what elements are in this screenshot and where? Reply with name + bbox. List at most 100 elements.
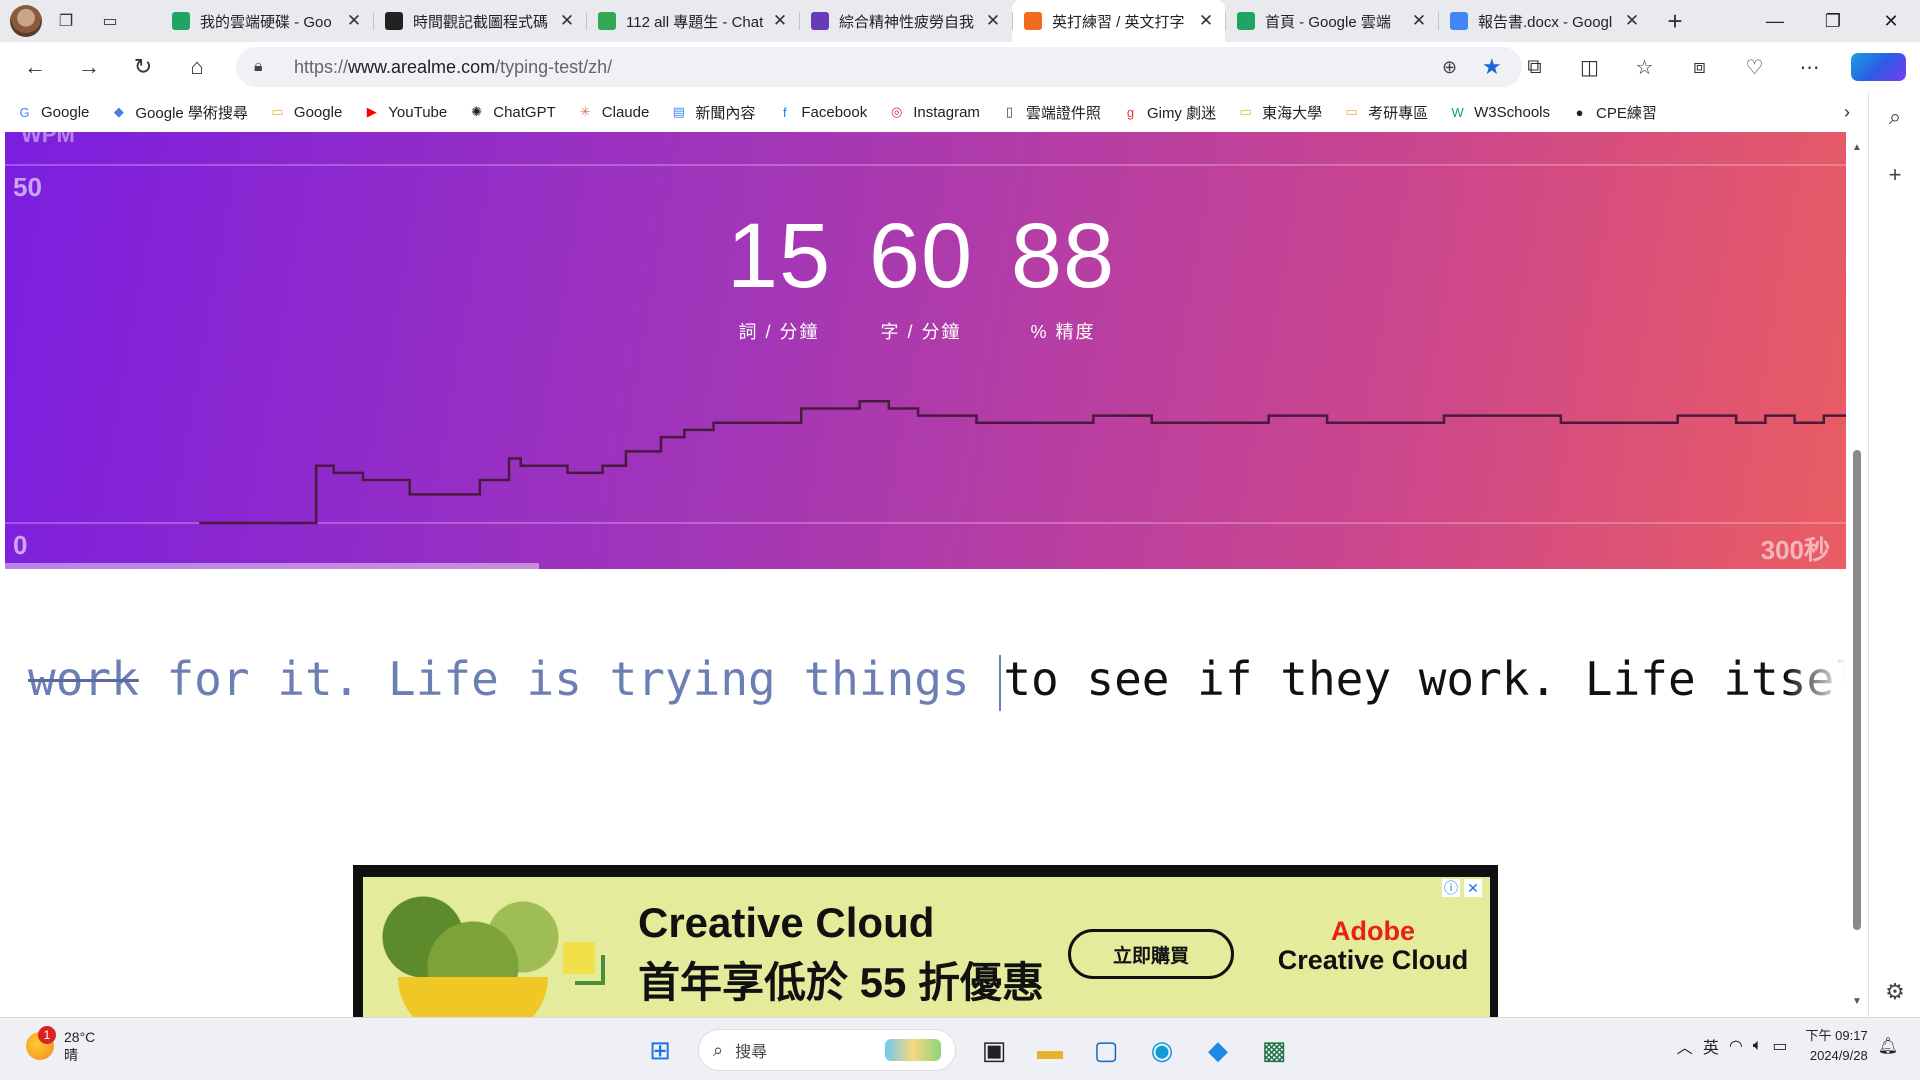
refresh-button[interactable]: ↻	[116, 47, 170, 87]
tab-close-icon[interactable]: ✕	[1623, 11, 1641, 31]
sidebar-search-icon[interactable]: ⌕	[1869, 92, 1920, 142]
clock[interactable]: 下午 09:17 2024/9/28	[1806, 1026, 1868, 1066]
bookmark-2[interactable]: ▭ Google	[269, 104, 342, 121]
tab-5[interactable]: 首頁 - Google 雲端 ✕	[1225, 0, 1438, 42]
tab-2[interactable]: 112 all 專題生 - Chat ✕	[586, 0, 799, 42]
profile-avatar[interactable]	[10, 5, 42, 37]
minimize-button[interactable]: —	[1746, 0, 1804, 42]
lock-icon[interactable]: 🔒︎	[254, 58, 294, 76]
collections-icon[interactable]: ⧈	[1672, 56, 1727, 79]
tab-6[interactable]: 報告書.docx - Googl ✕	[1438, 0, 1651, 42]
scroll-up-arrow[interactable]: ▲	[1852, 142, 1862, 153]
ad-banner[interactable]: Creative Cloud 首年享低於 55 折優惠 立即購買 Adobe C…	[363, 877, 1490, 1017]
ime-indicator[interactable]: 英	[1703, 1034, 1719, 1058]
bookmark-13[interactable]: W W3Schools	[1449, 103, 1551, 121]
weather-badge: 1	[38, 1026, 56, 1044]
tab-title: 首頁 - Google 雲端	[1265, 13, 1391, 31]
bookmark-12[interactable]: ▭ 考研專區	[1343, 102, 1428, 123]
typing-fade	[1786, 642, 1846, 722]
workspaces-icon[interactable]: ❐	[46, 5, 86, 37]
tab-title: 時間觀記截圖程式碼	[413, 13, 549, 31]
weather-text: 28°C 晴	[64, 1028, 95, 1064]
ad-info-icon[interactable]: ⓘ	[1442, 879, 1460, 897]
bookmark-3[interactable]: ▶ YouTube	[363, 104, 447, 121]
tab-close-icon[interactable]: ✕	[771, 11, 789, 31]
ad-close-icon[interactable]: ✕	[1464, 879, 1482, 897]
bookmarks-overflow-icon[interactable]: ›	[1844, 102, 1850, 123]
restore-button[interactable]: ❐	[1804, 0, 1862, 42]
battery-icon[interactable]: ▭	[1772, 1036, 1787, 1056]
tray-overflow-icon[interactable]: ︿	[1677, 1034, 1693, 1058]
tab-close-icon[interactable]: ✕	[345, 11, 363, 31]
vscode-icon[interactable]: ◆	[1190, 1026, 1246, 1074]
bookmark-7[interactable]: f Facebook	[776, 104, 867, 121]
tab-actions-icon[interactable]: ▭	[90, 5, 130, 37]
performance-icon[interactable]: ♡	[1727, 55, 1782, 80]
volume-muted-icon[interactable]: 🔈︎	[1753, 1037, 1763, 1055]
bookmark-11[interactable]: ▭ 東海大學	[1237, 102, 1322, 123]
bookmark-9[interactable]: ▯ 雲端證件照	[1001, 102, 1101, 123]
bookmark-label: YouTube	[388, 103, 448, 121]
weather-condition: 晴	[64, 1047, 78, 1063]
tab-close-icon[interactable]: ✕	[1410, 11, 1428, 31]
wifi-icon[interactable]: ◠	[1729, 1036, 1743, 1056]
scroll-thumb[interactable]	[1853, 450, 1861, 930]
weather-widget[interactable]: 1 28°C 晴	[26, 1026, 95, 1064]
taskbar-search[interactable]: ⌕ 搜尋	[698, 1029, 956, 1071]
scholar-icon: ◆	[113, 104, 124, 119]
sidebar-add-icon[interactable]: +	[1869, 150, 1920, 200]
forward-button[interactable]: →	[62, 47, 116, 87]
more-menu-icon[interactable]: ⋯	[1782, 55, 1837, 80]
bookmark-5[interactable]: ✳ Claude	[577, 104, 650, 121]
address-bar[interactable]: 🔒︎ https://www.arealme.com/typing-test/z…	[236, 47, 1522, 87]
back-button[interactable]: ←	[8, 47, 62, 87]
tab-close-icon[interactable]: ✕	[558, 11, 576, 31]
bookmark-1[interactable]: ◆ Google 學術搜尋	[110, 102, 248, 123]
copilot-icon[interactable]	[1851, 53, 1906, 81]
edge-browser-icon[interactable]: ◉	[1134, 1026, 1190, 1074]
typed-wrong-word: work	[28, 652, 139, 706]
google-icon: G	[19, 104, 30, 120]
file-explorer-icon[interactable]: ▬	[1022, 1026, 1078, 1074]
bookmark-4[interactable]: ✺ ChatGPT	[468, 104, 555, 121]
tab-3[interactable]: 綜合精神性疲勞自我 ✕	[799, 0, 1012, 42]
new-tab-button[interactable]: +	[1651, 0, 1699, 42]
url-text[interactable]: https://www.arealme.com/typing-test/zh/	[294, 57, 1442, 78]
bookmark-14[interactable]: ● CPE練習	[1571, 102, 1657, 123]
split-screen-icon[interactable]: ◫	[1562, 55, 1617, 80]
ad-buy-button[interactable]: 立即購買	[1068, 929, 1234, 979]
tab-0[interactable]: 我的雲端硬碟 - Goo ✕	[160, 0, 373, 42]
notification-icon[interactable]: 🔔︎	[1878, 1036, 1898, 1056]
page-icon: ▯	[1005, 104, 1013, 119]
extensions-icon[interactable]: ⧉	[1507, 56, 1562, 79]
tab-close-icon[interactable]: ✕	[1197, 11, 1215, 31]
stat-cpm: 60 字 / 分鐘	[867, 210, 975, 344]
page-scrollbar[interactable]: ▲ ▼	[1846, 132, 1868, 1017]
taskbar-apps: ⊞ ⌕ 搜尋 ▣ ▬ ▢ ◉ ◆ ▩	[632, 1026, 1302, 1074]
zoom-icon[interactable]: ⊕	[1442, 57, 1482, 78]
bookmark-8[interactable]: ◎ Instagram	[888, 104, 980, 121]
bookmark-0[interactable]: G Google	[16, 104, 89, 121]
bookmark-label: Instagram	[913, 103, 980, 121]
home-button[interactable]: ⌂	[170, 47, 224, 87]
window-controls: — ❐ ✕	[1746, 0, 1920, 42]
sidebar-settings-icon[interactable]: ⚙	[1869, 967, 1920, 1017]
scroll-down-arrow[interactable]: ▼	[1852, 996, 1862, 1007]
start-button[interactable]: ⊞	[632, 1026, 688, 1074]
claude-icon: ✳	[579, 104, 591, 119]
remote-desktop-icon[interactable]: ▢	[1078, 1026, 1134, 1074]
bookmark-10[interactable]: g Gimy 劇迷	[1122, 102, 1216, 123]
tab-4[interactable]: 英打練習 / 英文打字 ✕	[1012, 0, 1225, 42]
bookmark-6[interactable]: ▤ 新聞內容	[670, 102, 756, 123]
bookmark-label: W3Schools	[1474, 103, 1551, 121]
folder-icon: ▭	[1345, 104, 1358, 119]
excel-icon[interactable]: ▩	[1246, 1026, 1302, 1074]
tab-1[interactable]: 時間觀記截圖程式碼 ✕	[373, 0, 586, 42]
close-window-button[interactable]: ✕	[1862, 0, 1920, 42]
typing-area[interactable]: work for it. Life is trying things to se…	[0, 642, 1846, 722]
task-view-icon[interactable]: ▣	[966, 1026, 1022, 1074]
advertisement[interactable]: Creative Cloud 首年享低於 55 折優惠 立即購買 Adobe C…	[353, 865, 1498, 1017]
favorites-icon[interactable]: ☆	[1617, 55, 1672, 80]
tab-close-icon[interactable]: ✕	[984, 11, 1002, 31]
stat-accuracy: 88 % 精度	[1009, 210, 1117, 344]
